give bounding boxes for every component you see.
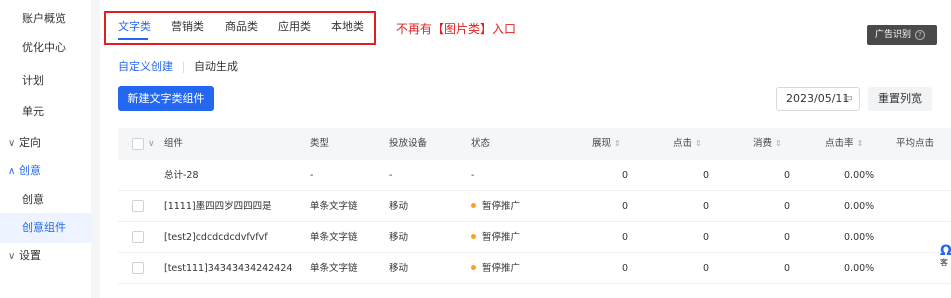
cell-component[interactable]: [1111]墨四四岁四四四是: [164, 191, 272, 222]
new-text-component-button[interactable]: 新建文字类组件: [118, 86, 214, 111]
annotation-text: 不再有【图片类】入口: [396, 22, 517, 36]
sort-icon: ⇕: [856, 139, 864, 148]
cell-spend: 0: [784, 232, 791, 243]
cell-ctr: 0.00%: [844, 201, 875, 212]
column-header-ctr[interactable]: 点击率 ⇕: [825, 128, 863, 160]
table-header: ∨ 组件 类型 投放设备 状态 展现 ⇕ 点击 ⇕ 消费 ⇕ 点击率 ⇕ 平均点…: [118, 128, 951, 160]
sidebar-item-optimization-center[interactable]: 优化中心: [0, 33, 91, 63]
cell-impressions: 0: [622, 201, 629, 212]
cell-impressions: 0: [622, 232, 629, 243]
cell-ctr: 0.00%: [844, 170, 875, 181]
help-icon: ?: [915, 29, 926, 40]
column-header-status: 状态: [471, 138, 491, 149]
sort-icon: ⇕: [775, 139, 782, 148]
sidebar-item-account-overview[interactable]: 账户概览: [0, 4, 91, 34]
status-dot: [471, 203, 476, 208]
sort-icon: ⇕: [614, 139, 621, 148]
sidebar: 账户概览 优化中心 计划 单元 ∨ 定向 ∧ 创意 创意 创意组件 ∨ 设置: [0, 0, 91, 298]
cell-spend: 0: [784, 201, 791, 212]
table-row[interactable]: [test2]cdcdcdcdvfvfvf 单条文字链 移动 暂停推广 0 0 …: [118, 222, 951, 253]
table-row[interactable]: [1111]墨四四岁四四四是 单条文字链 移动 暂停推广 0 0 0 0.00%: [118, 191, 951, 222]
subtab-auto-generate[interactable]: 自动生成: [194, 58, 238, 74]
cell-clicks: 0: [703, 170, 710, 181]
sidebar-item-creative[interactable]: 创意: [0, 185, 91, 215]
cell-impressions: 0: [622, 170, 629, 181]
column-header-spend[interactable]: 消费 ⇕: [753, 128, 782, 160]
calendar-icon: ▭: [843, 93, 853, 104]
sidebar-item-creative-components[interactable]: 创意组件: [0, 213, 91, 243]
subtab-custom-create[interactable]: 自定义创建: [118, 58, 173, 74]
cell-ctr: 0.00%: [844, 263, 875, 274]
cell-impressions: 0: [622, 263, 629, 274]
row-checkbox[interactable]: [132, 262, 144, 274]
cell-status: -: [471, 170, 475, 181]
reset-column-width-button[interactable]: 重置列宽: [868, 87, 932, 111]
sort-icon: ⇕: [695, 139, 702, 148]
status-dot: [471, 234, 476, 239]
cell-device: 移动: [389, 263, 409, 274]
column-header-type: 类型: [310, 138, 330, 149]
cell-type: -: [310, 170, 314, 181]
cell-device: 移动: [389, 232, 409, 243]
table-row[interactable]: [test111]34343434242424 单条文字链 移动 暂停推广 0 …: [118, 253, 951, 284]
sidebar-item-unit[interactable]: 单元: [0, 97, 91, 127]
cell-component[interactable]: [test111]34343434242424: [164, 253, 292, 284]
cell-status: 暂停推广: [471, 191, 520, 222]
sidebar-group-targeting[interactable]: ∨ 定向: [0, 128, 91, 158]
column-header-component: 组件: [164, 138, 184, 149]
cell-spend: 0: [784, 263, 791, 274]
cell-status: 暂停推广: [471, 222, 520, 253]
ad-recognition-button[interactable]: 广告识别?: [867, 25, 937, 45]
cell-type: 单条文字链: [310, 263, 358, 274]
main-panel: 文字类 营销类 商品类 应用类 本地类 不再有【图片类】入口 广告识别? 自定义…: [100, 0, 951, 298]
sidebar-item-plan[interactable]: 计划: [0, 66, 91, 96]
sidebar-group-settings[interactable]: ∨ 设置: [0, 241, 91, 271]
select-all-checkbox[interactable]: [132, 138, 144, 150]
chevron-down-icon[interactable]: ∨: [148, 128, 155, 160]
cell-status: 暂停推广: [471, 253, 520, 284]
column-header-device: 投放设备: [389, 138, 428, 149]
column-header-clicks[interactable]: 点击 ⇕: [673, 128, 702, 160]
cell-clicks: 0: [703, 201, 710, 212]
table-total-row: 总计-28 - - - 0 0 0 0.00%: [118, 160, 951, 191]
date-picker[interactable]: 2023/05/11 ▭: [776, 87, 860, 111]
column-header-avg-click[interactable]: 平均点击: [896, 128, 934, 160]
customer-service-icon: Ω: [940, 243, 951, 259]
cell-device: -: [389, 170, 393, 181]
total-label: 总计-28: [164, 170, 199, 181]
sidebar-group-creative[interactable]: ∧ 创意: [0, 156, 91, 186]
cell-device: 移动: [389, 201, 409, 212]
row-checkbox[interactable]: [132, 231, 144, 243]
cell-type: 单条文字链: [310, 201, 358, 212]
cell-component[interactable]: [test2]cdcdcdcdvfvfvf: [164, 222, 268, 253]
chevron-up-icon: ∧: [8, 166, 16, 177]
cell-clicks: 0: [703, 232, 710, 243]
chevron-down-icon: ∨: [8, 138, 16, 149]
cell-type: 单条文字链: [310, 232, 358, 243]
status-dot: [471, 265, 476, 270]
cell-spend: 0: [784, 170, 791, 181]
annotation-highlight-box: [104, 11, 376, 45]
row-checkbox[interactable]: [132, 200, 144, 212]
column-header-impressions[interactable]: 展现 ⇕: [592, 128, 621, 160]
customer-service-float[interactable]: Ω 客: [940, 244, 951, 274]
chevron-down-icon: ∨: [8, 251, 16, 262]
creation-mode-tabs: 自定义创建 自动生成: [118, 58, 238, 74]
cell-clicks: 0: [703, 263, 710, 274]
cell-ctr: 0.00%: [844, 232, 875, 243]
divider: [183, 61, 184, 73]
